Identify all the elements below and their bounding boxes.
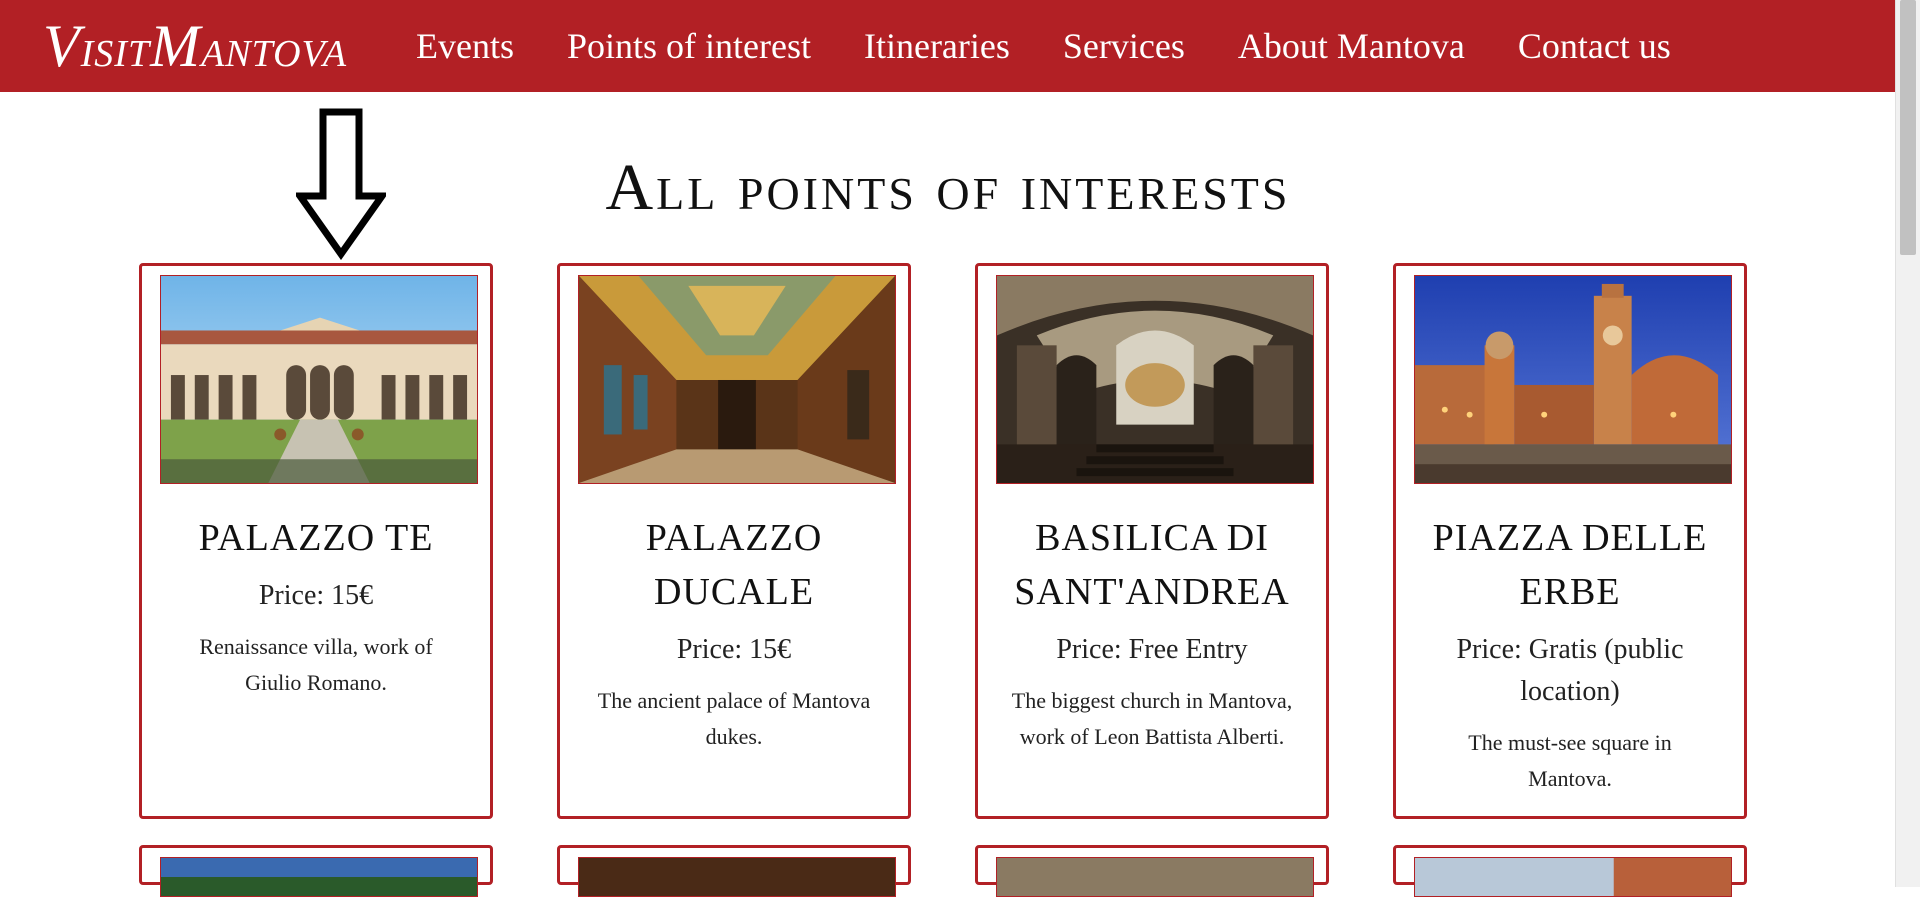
points-of-interest-grid: PALAZZO TE Price: 15€ Renaissance villa,…	[139, 263, 1759, 897]
poi-card-row2-1[interactable]	[139, 845, 493, 897]
card-description: The must-see square in Mantova.	[1468, 730, 1672, 791]
poi-card-palazzo-ducale[interactable]: PALAZZO DUCALE Price: 15€ The ancient pa…	[557, 263, 911, 819]
card-description: Renaissance villa, work of Giulio Romano…	[199, 634, 433, 695]
poi-card-row2-4[interactable]	[1393, 845, 1747, 897]
poi-card-row2-3[interactable]	[975, 845, 1329, 897]
card-body: BASILICA DI SANT'ANDREA Price: Free Entr…	[988, 511, 1316, 755]
card-price: Price: Gratis (public location)	[1456, 634, 1684, 707]
card-price: Price: Free Entry	[1056, 634, 1248, 665]
poi-card-basilica-di-santandrea[interactable]: BASILICA DI SANT'ANDREA Price: Free Entr…	[975, 263, 1329, 819]
page-title: All points of interests	[605, 151, 1291, 224]
card-title: PALAZZO TE	[198, 517, 434, 559]
visitmantova-logo[interactable]: V ISIT M ANTOVA	[43, 12, 347, 79]
nav-itineraries[interactable]: Itineraries	[864, 25, 1010, 67]
card-title: PALAZZO DUCALE	[645, 517, 823, 613]
piazza-photo[interactable]	[1414, 275, 1732, 484]
basilica-photo[interactable]	[996, 275, 1314, 484]
card-title: PIAZZA DELLE ERBE	[1432, 517, 1708, 613]
card-title: BASILICA DI SANT'ANDREA	[1014, 517, 1290, 613]
card-body: PALAZZO DUCALE Price: 15€ The ancient pa…	[570, 511, 898, 755]
card-photo[interactable]	[578, 857, 896, 897]
poi-card-palazzo-te[interactable]: PALAZZO TE Price: 15€ Renaissance villa,…	[139, 263, 493, 819]
nav-events[interactable]: Events	[416, 25, 514, 67]
card-price: Price: 15€	[258, 580, 374, 611]
palazzo-te-photo[interactable]	[160, 275, 478, 484]
card-body: PIAZZA DELLE ERBE Price: Gratis (public …	[1406, 511, 1734, 797]
palazzo-ducale-photo[interactable]	[578, 275, 896, 484]
nav-contact-us[interactable]: Contact us	[1518, 25, 1671, 67]
poi-card-row2-2[interactable]	[557, 845, 911, 897]
card-photo[interactable]	[1414, 857, 1732, 897]
card-photo[interactable]	[160, 857, 478, 897]
page-scrollbar[interactable]	[1895, 0, 1920, 887]
nav-points-of-interest[interactable]: Points of interest	[567, 25, 811, 67]
nav-services[interactable]: Services	[1063, 25, 1185, 67]
card-price: Price: 15€	[676, 634, 792, 665]
top-navbar: V ISIT M ANTOVA Events Points of interest I…	[0, 0, 1896, 92]
card-body: PALAZZO TE Price: 15€ Renaissance villa,…	[152, 511, 480, 701]
card-description: The ancient palace of Mantova dukes.	[597, 688, 871, 749]
nav-about-mantova[interactable]: About Mantova	[1238, 25, 1465, 67]
scrollbar-thumb[interactable]	[1900, 0, 1916, 255]
poi-card-piazza-delle-erbe[interactable]: PIAZZA DELLE ERBE Price: Gratis (public …	[1393, 263, 1747, 819]
main-nav: Events Points of interest Itineraries Se…	[416, 0, 1671, 92]
card-photo[interactable]	[996, 857, 1314, 897]
card-description: The biggest church in Mantova, work of L…	[1011, 688, 1293, 749]
